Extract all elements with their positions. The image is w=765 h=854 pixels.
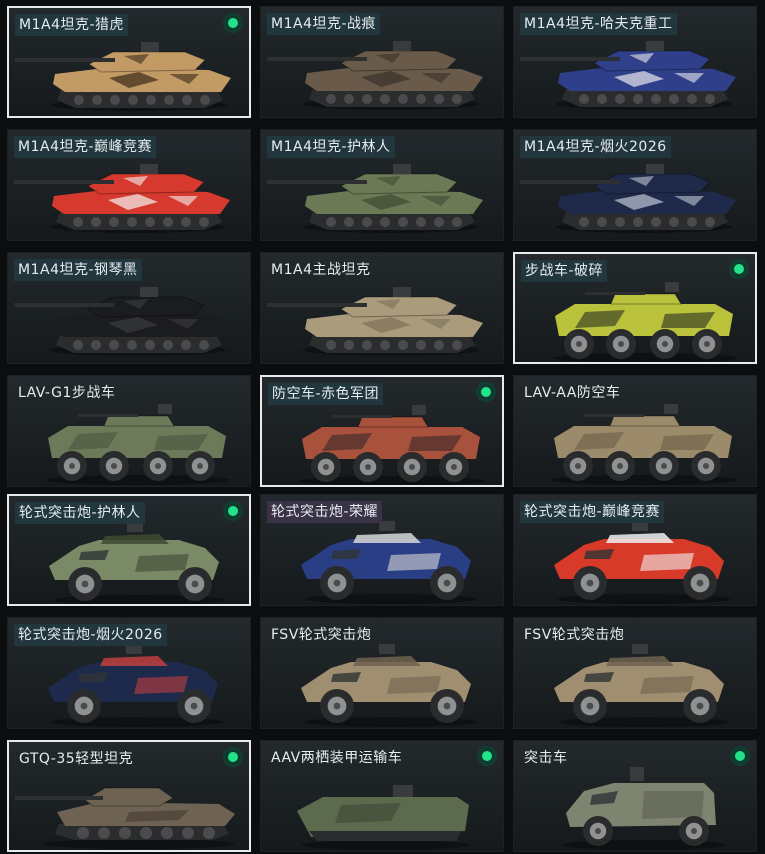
- wheel: [143, 451, 173, 481]
- vehicle-name: FSV轮式突击炮: [271, 627, 372, 643]
- vehicle-name: GTQ-35轻型坦克: [19, 751, 134, 767]
- owned-status-icon: [731, 261, 747, 277]
- vehicle-name: M1A4主战坦克: [271, 262, 371, 278]
- vehicle-card[interactable]: M1A4坦克-钢琴黑: [7, 252, 251, 364]
- vehicle-name: 轮式突击炮-荣耀: [267, 501, 383, 523]
- vehicle-card[interactable]: LAV-G1步战车: [7, 375, 251, 487]
- vehicle-card[interactable]: 防空车-赤色军团: [260, 375, 504, 487]
- vehicle-card[interactable]: 轮式突击炮-烟火2026: [7, 617, 251, 729]
- owned-status-icon: [225, 15, 241, 31]
- vehicle-card[interactable]: M1A4坦克-护林人: [260, 129, 504, 241]
- vehicle-card[interactable]: M1A4主战坦克: [260, 252, 504, 364]
- wheel: [57, 451, 87, 481]
- wheel: [683, 566, 717, 600]
- wheel: [650, 329, 680, 359]
- wheel: [605, 451, 635, 481]
- vehicle-skin-grid: M1A4坦克-猎虎 M1A4坦克-战痕 M1A4坦克-哈夫克重工 M1A4坦克-巅峰竞…: [0, 0, 765, 854]
- wheel: [573, 566, 607, 600]
- vehicle-name: M1A4坦克-护林人: [267, 136, 395, 158]
- vehicle-name: M1A4坦克-战痕: [267, 13, 381, 35]
- owned-status-icon: [479, 748, 495, 764]
- vehicle-name: M1A4坦克-巅峰竞赛: [14, 136, 157, 158]
- wheel: [397, 452, 427, 482]
- wheel: [430, 566, 464, 600]
- wheel: [692, 329, 722, 359]
- vehicle-card[interactable]: AAV两栖装甲运输车: [260, 740, 504, 852]
- wheel: [67, 689, 101, 723]
- vehicle-card[interactable]: 轮式突击炮-巅峰竞赛: [513, 494, 757, 606]
- wheel: [679, 816, 709, 846]
- vehicle-name: 步战车-破碎: [521, 260, 608, 282]
- vehicle-card[interactable]: M1A4坦克-哈夫克重工: [513, 6, 757, 118]
- owned-status-icon: [732, 748, 748, 764]
- vehicle-card[interactable]: M1A4坦克-巅峰竞赛: [7, 129, 251, 241]
- vehicle-card[interactable]: 突击车: [513, 740, 757, 852]
- vehicle-card[interactable]: M1A4坦克-猎虎: [7, 6, 251, 118]
- wheel: [439, 452, 469, 482]
- vehicle-name: LAV-G1步战车: [18, 385, 116, 401]
- owned-status-icon: [225, 749, 241, 765]
- vehicle-card[interactable]: M1A4坦克-战痕: [260, 6, 504, 118]
- owned-status-icon: [225, 503, 241, 519]
- vehicle-card[interactable]: LAV-AA防空车: [513, 375, 757, 487]
- wheel: [177, 689, 211, 723]
- wheel: [68, 567, 102, 601]
- vehicle-card[interactable]: FSV轮式突击炮: [513, 617, 757, 729]
- vehicle-name: FSV轮式突击炮: [524, 627, 625, 643]
- vehicle-name: M1A4坦克-钢琴黑: [14, 259, 142, 281]
- vehicle-name: 轮式突击炮-护林人: [15, 502, 145, 524]
- wheel: [353, 452, 383, 482]
- vehicle-name: 突击车: [524, 750, 568, 766]
- wheel: [691, 451, 721, 481]
- vehicle-name: 轮式突击炮-烟火2026: [14, 624, 167, 646]
- wheel: [564, 329, 594, 359]
- vehicle-card[interactable]: 轮式突击炮-护林人: [7, 494, 251, 606]
- wheel: [311, 452, 341, 482]
- vehicle-name: AAV两栖装甲运输车: [271, 750, 403, 766]
- vehicle-name: M1A4坦克-哈夫克重工: [520, 13, 677, 35]
- wheel: [178, 567, 212, 601]
- wheel: [683, 689, 717, 723]
- wheel: [649, 451, 679, 481]
- vehicle-card[interactable]: M1A4坦克-烟火2026: [513, 129, 757, 241]
- vehicle-name: M1A4坦克-猎虎: [15, 14, 129, 36]
- wheel: [583, 816, 613, 846]
- wheel: [99, 451, 129, 481]
- vehicle-card[interactable]: 步战车-破碎: [513, 252, 757, 364]
- wheel: [185, 451, 215, 481]
- wheel: [430, 689, 464, 723]
- owned-status-icon: [478, 384, 494, 400]
- wheel: [606, 329, 636, 359]
- vehicle-card[interactable]: GTQ-35轻型坦克: [7, 740, 251, 852]
- wheel: [320, 566, 354, 600]
- vehicle-name: LAV-AA防空车: [524, 385, 621, 401]
- wheel: [563, 451, 593, 481]
- vehicle-name: 防空车-赤色军团: [268, 383, 384, 405]
- vehicle-name: M1A4坦克-烟火2026: [520, 136, 671, 158]
- wheel: [573, 689, 607, 723]
- vehicle-card[interactable]: FSV轮式突击炮: [260, 617, 504, 729]
- wheel: [320, 689, 354, 723]
- vehicle-name: 轮式突击炮-巅峰竞赛: [520, 501, 665, 523]
- vehicle-card[interactable]: 轮式突击炮-荣耀: [260, 494, 504, 606]
